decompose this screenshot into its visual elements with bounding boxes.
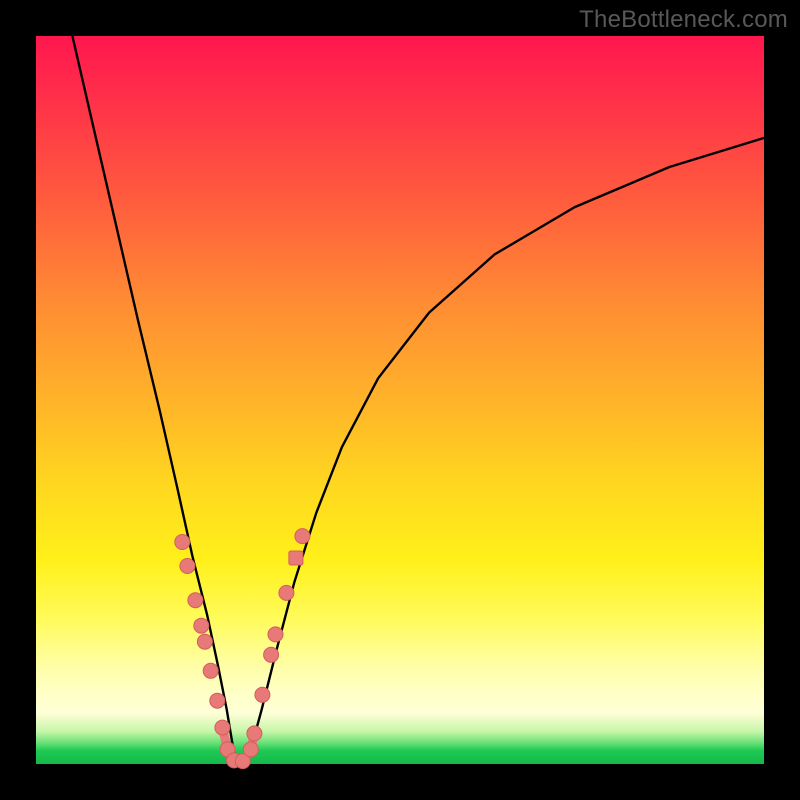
marker-dot — [279, 585, 294, 600]
watermark-text: TheBottleneck.com — [579, 6, 788, 34]
chart-svg — [36, 36, 764, 764]
marker-square — [289, 551, 303, 565]
marker-dot — [264, 647, 279, 662]
marker-dot — [243, 742, 258, 757]
marker-dot — [188, 593, 203, 608]
marker-dot — [215, 720, 230, 735]
marker-dot — [197, 634, 212, 649]
marker-dot — [255, 687, 270, 702]
marker-dot — [180, 559, 195, 574]
markers-group — [175, 529, 310, 769]
marker-dot — [295, 529, 310, 544]
marker-dot — [268, 627, 283, 642]
marker-dot — [203, 663, 218, 678]
marker-dot — [194, 618, 209, 633]
plot-area — [36, 36, 764, 764]
marker-dot — [210, 693, 225, 708]
marker-dot — [247, 726, 262, 741]
chart-frame: TheBottleneck.com — [0, 0, 800, 800]
marker-dot — [175, 535, 190, 550]
bottleneck-curve — [72, 36, 764, 764]
